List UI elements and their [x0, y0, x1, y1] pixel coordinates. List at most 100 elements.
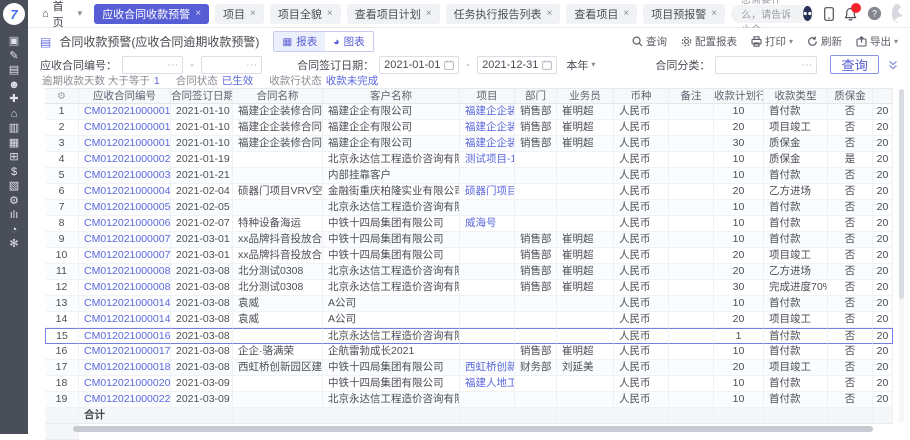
project-link[interactable]: 硕器门项目VRV [460, 184, 515, 200]
tab-项目全貌[interactable]: 项目全貌× [270, 4, 341, 24]
close-icon[interactable]: × [426, 8, 432, 19]
date-to-input[interactable]: 2021-12-31 [477, 56, 557, 74]
timesheet-icon[interactable]: ◔ [0, 223, 28, 238]
column-header[interactable]: 合同名称 [233, 88, 323, 104]
contract-no-link[interactable]: CM012021000017 [79, 344, 171, 360]
query-button[interactable]: 查询 [830, 55, 879, 74]
table-row[interactable]: 12CM0120210000082021-03-08北分测试0308北京永达信工… [45, 280, 897, 296]
close-icon[interactable]: × [547, 8, 553, 19]
column-header[interactable]: 收款计划行 [714, 88, 764, 104]
table-row[interactable]: 16CM0120210000172021-03-08企企·骆满荣企航雷勃成长20… [45, 344, 897, 360]
column-header[interactable]: 部门 [515, 88, 557, 104]
close-icon[interactable]: × [327, 8, 333, 19]
ledger-icon[interactable]: ▤ [0, 63, 28, 78]
tab-应收合同收款预警[interactable]: 应收合同收款预警× [94, 4, 209, 24]
column-header[interactable]: 备注 [669, 88, 714, 104]
table-row[interactable]: 2CM0120210000012021-01-10福建企企装修合同福建企企有限公… [45, 120, 897, 136]
hr-card-icon[interactable]: ▥ [0, 121, 28, 136]
column-settings-icon[interactable]: ⚙ [45, 88, 79, 104]
app-logo[interactable]: 7 [3, 3, 25, 25]
horizontal-scroll-thumb[interactable] [73, 426, 873, 432]
chart-view-button[interactable]: ◕ 图表 [325, 32, 372, 51]
settings-icon[interactable]: ⚙ [0, 194, 28, 209]
vertical-scrollbar[interactable] [899, 89, 904, 423]
close-icon[interactable]: × [711, 8, 717, 19]
table-row[interactable]: 3CM0120210000012021-01-10福建企企装修合同福建企企有限公… [45, 136, 897, 152]
contract-no-to-input[interactable]: ··· [201, 56, 262, 74]
workspace-icon[interactable]: ▣ [0, 34, 28, 49]
table-row[interactable]: 9CM0120210000072021-03-01xx品牌抖音投放合同中铁十四局… [45, 232, 897, 248]
project-link[interactable]: 测试项目-1 [460, 152, 515, 168]
column-header[interactable]: 业务员 [557, 88, 614, 104]
table-row[interactable]: 14CM0120210000142021-03-08袁威A公司人民币20项目竣工… [45, 312, 897, 328]
horizontal-scrollbar[interactable] [45, 426, 900, 432]
assistant-search[interactable]: 您需要什么，请告诉小企 [731, 5, 814, 23]
project-link[interactable]: 威海号 [460, 216, 515, 232]
contract-no-link[interactable]: CM012021000014 [79, 296, 171, 312]
report-doc-icon[interactable]: ▧ [0, 179, 28, 194]
project-link[interactable]: 福建企企装修项 [460, 136, 515, 152]
column-header[interactable]: 质保金 [828, 88, 873, 104]
tab-查看项目[interactable]: 查看项目× [566, 4, 637, 24]
period-select[interactable]: 本年▾ [562, 57, 599, 73]
column-header[interactable]: 客户名称 [323, 88, 460, 104]
table-row[interactable]: 17CM0120210000182021-03-08西虹桥创新园区建设项目...… [45, 360, 897, 376]
project-link[interactable]: 西虹桥创新园区 [460, 360, 515, 376]
close-icon[interactable]: × [250, 8, 256, 19]
tab-任务执行报告列表[interactable]: 任务执行报告列表× [446, 4, 561, 24]
customers-icon[interactable]: ☻ [0, 78, 28, 93]
contract-no-link[interactable]: CM012021000007 [79, 248, 171, 264]
search-action-button[interactable]: 查询 [632, 34, 667, 49]
contract-no-from-input[interactable]: ··· [122, 56, 183, 74]
printer-action-button[interactable]: 打印▾ [751, 34, 793, 49]
contract-no-link[interactable]: CM012021000001 [79, 136, 171, 152]
project-link[interactable]: 福建企企装修项 [460, 120, 515, 136]
category-input[interactable]: ··· [715, 56, 817, 74]
expand-filters-icon[interactable] [888, 60, 898, 70]
table-row[interactable]: 10CM0120210000072021-03-01xx品牌抖音投放合同中铁十四… [45, 248, 897, 264]
calendar-icon[interactable]: ▦ [0, 136, 28, 151]
date-from-input[interactable]: 2021-01-01 [379, 56, 459, 74]
export-action-button[interactable]: 导出▾ [856, 34, 898, 49]
notifications-bell-icon[interactable] [844, 6, 857, 22]
column-header[interactable] [873, 88, 893, 104]
projects-icon[interactable]: ⌂ [0, 107, 28, 122]
table-row[interactable]: 15CM0120210000162021-03-08北京永达信工程造价咨询有限公… [45, 328, 897, 344]
contract-no-link[interactable]: CM012021000014 [79, 312, 171, 328]
project-link[interactable]: 福建人地工程集 [460, 376, 515, 392]
table-row[interactable]: 1CM0120210000012021-01-10福建企企装修合同福建企企有限公… [45, 104, 897, 120]
approval-icon[interactable]: ✚ [0, 92, 28, 107]
contract-no-link[interactable]: CM012021000002 [79, 152, 171, 168]
help-icon[interactable]: ? [867, 6, 882, 22]
report-view-button[interactable]: ▦ 报表 [274, 32, 325, 51]
tools-icon[interactable]: ✻ [0, 237, 28, 252]
table-row[interactable]: 4CM0120210000022021-01-19北京永达信工程造价咨询有限公司… [45, 152, 897, 168]
mobile-app-icon[interactable] [824, 6, 834, 22]
tab-查看项目计划[interactable]: 查看项目计划× [347, 4, 440, 24]
vertical-scroll-thumb[interactable] [899, 89, 904, 299]
project-link[interactable]: 福建企企装修项 [460, 104, 515, 120]
tab-项目预报警[interactable]: 项目预报警× [643, 4, 725, 24]
refresh-action-button[interactable]: 刷新 [807, 34, 842, 49]
contract-no-link[interactable]: CM012021000008 [79, 280, 171, 296]
contract-no-link[interactable]: CM012021000001 [79, 104, 171, 120]
gear-action-button[interactable]: 配置报表 [681, 34, 737, 49]
column-header[interactable]: 币种 [614, 88, 669, 104]
table-row[interactable]: 18CM0120210000202021-03-09中铁十四局集团有限公司福建人… [45, 376, 897, 392]
contract-no-link[interactable]: CM012021000003 [79, 168, 171, 184]
contract-edit-icon[interactable]: ✎ [0, 49, 28, 64]
tab-项目[interactable]: 项目× [215, 4, 264, 24]
table-row[interactable]: 5CM0120210000032021-01-21内部挂靠客户人民币10首付款否… [45, 168, 897, 184]
contract-no-link[interactable]: CM012021000016 [79, 328, 171, 344]
contract-no-link[interactable]: CM012021000005 [79, 200, 171, 216]
contract-no-link[interactable]: CM012021000007 [79, 232, 171, 248]
table-row[interactable]: 11CM0120210000082021-03-08北分测试0308北京永达信工… [45, 264, 897, 280]
home-tab[interactable]: ⌂ 首页 ▾ [36, 0, 88, 30]
table-row[interactable]: 13CM0120210000142021-03-08袁威A公司人民币10首付款否… [45, 296, 897, 312]
contract-no-link[interactable]: CM012021000020 [79, 376, 171, 392]
contract-no-link[interactable]: CM012021000006 [79, 216, 171, 232]
finance-icon[interactable]: $ [0, 165, 28, 180]
column-header[interactable]: 应收合同编号 [79, 88, 171, 104]
user-avatar[interactable] [892, 4, 902, 23]
table-row[interactable]: 8CM0120210000062021-02-07特种设备海运中铁十四局集团有限… [45, 216, 897, 232]
